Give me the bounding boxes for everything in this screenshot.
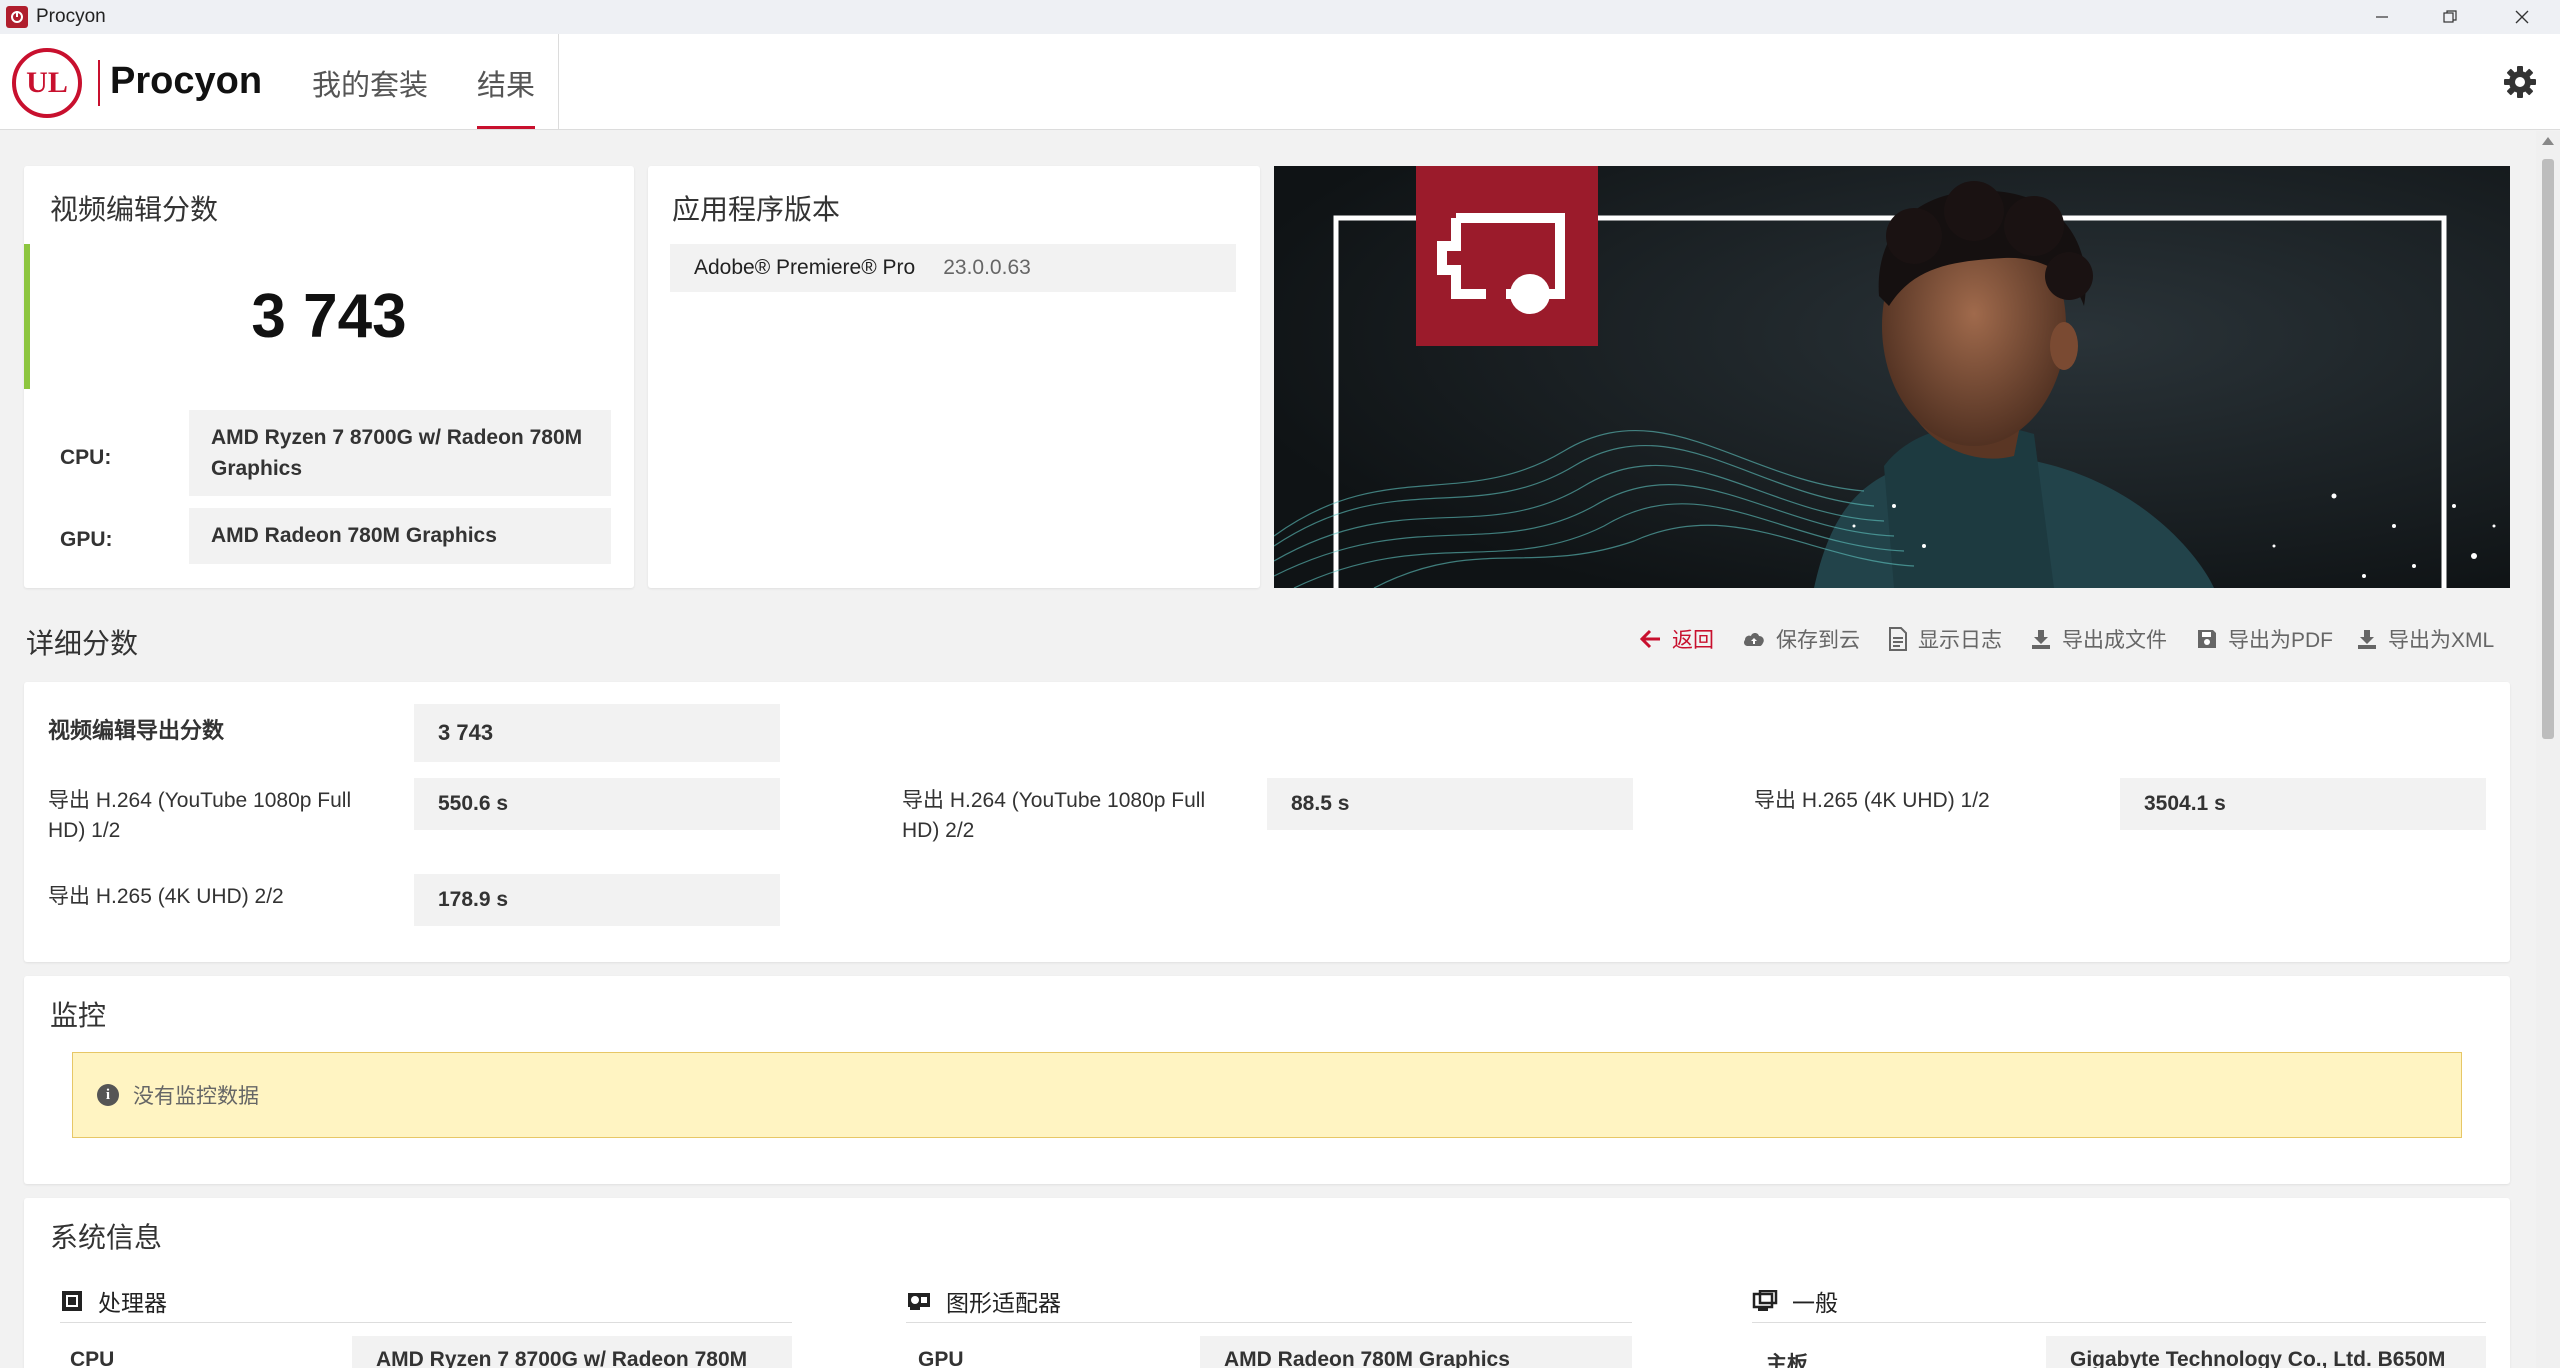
app-version-row: Adobe® Premiere® Pro 23.0.0.63 [670, 244, 1236, 292]
h265-part1-label: 导出 H.265 (4K UHD) 1/2 [1754, 789, 1990, 812]
gpu-card-icon [908, 1293, 930, 1310]
monitor-icon [1752, 1290, 1778, 1311]
export-file-label: 导出成文件 [2062, 629, 2167, 652]
app-logo-icon [6, 6, 28, 28]
processor-heading-label: 处理器 [98, 1290, 167, 1316]
back-button[interactable]: 返回 [1640, 624, 1714, 654]
window-titlebar: Procyon [0, 0, 2560, 34]
score-card: 视频编辑分数 3 743 CPU: AMD Ryzen 7 8700G w/ R… [24, 166, 634, 588]
general-heading-label: 一般 [1792, 1290, 1838, 1316]
scroll-thumb[interactable] [2542, 159, 2554, 739]
general-rule [1752, 1322, 2486, 1323]
system-info-title: 系统信息 [50, 1222, 163, 1253]
processor-rule [60, 1322, 792, 1323]
export-file-button[interactable]: 导出成文件 [2030, 624, 2167, 654]
graphics-heading-label: 图形适配器 [946, 1290, 1061, 1316]
details-title: 详细分数 [26, 628, 139, 659]
show-log-label: 显示日志 [1918, 629, 2002, 652]
sys-motherboard-value: Gigabyte Technology Co., Ltd. B650M [2046, 1336, 2486, 1368]
info-icon: i [97, 1084, 119, 1106]
monitoring-title: 监控 [50, 1000, 107, 1031]
export-pdf-label: 导出为PDF [2228, 629, 2333, 652]
cloud-upload-icon [1744, 633, 1764, 646]
h265-part2-value: 178.9 s [414, 874, 780, 926]
app-version-card: 应用程序版本 Adobe® Premiere® Pro 23.0.0.63 [648, 166, 1260, 588]
app-name: Adobe® Premiere® Pro [694, 256, 916, 279]
sys-cpu-value: AMD Ryzen 7 8700G w/ Radeon 780M [352, 1336, 792, 1368]
app-version-title: 应用程序版本 [672, 194, 841, 225]
download-icon [2358, 630, 2376, 649]
monitoring-message: 没有监控数据 [133, 1085, 259, 1108]
monitoring-alert: i 没有监控数据 [72, 1052, 2462, 1138]
save-icon [2198, 630, 2216, 648]
app-header: UL Procyon 我的套装 结果 [0, 34, 2560, 130]
cpu-value: AMD Ryzen 7 8700G w/ Radeon 780M Graphic… [189, 410, 611, 496]
app-version: 23.0.0.63 [943, 256, 1031, 279]
h264-part1-label: 导出 H.264 (YouTube 1080p Full HD) 1/2 [48, 789, 352, 842]
sys-gpu-value: AMD Radeon 780M Graphics [1200, 1336, 1632, 1368]
show-log-button[interactable]: 显示日志 [1888, 624, 2002, 654]
tab-my-suites[interactable]: 我的套装 [312, 62, 428, 126]
vertical-scrollbar[interactable] [2536, 131, 2560, 1368]
overall-export-score-label: 视频编辑导出分数 [48, 718, 225, 743]
overall-export-score-value: 3 743 [414, 704, 780, 762]
h265-part1-value: 3504.1 s [2120, 778, 2486, 830]
minimize-icon[interactable] [2348, 0, 2416, 34]
h265-part2-label: 导出 H.265 (4K UHD) 2/2 [48, 885, 284, 908]
graphics-rule [906, 1322, 1632, 1323]
processor-heading: 处理器 [60, 1284, 167, 1318]
header-divider [558, 34, 559, 130]
cpu-chip-icon [62, 1291, 82, 1311]
detail-scores-card: 视频编辑导出分数 3 743 导出 H.264 (YouTube 1080p F… [24, 682, 2510, 962]
brand-name: Procyon [110, 60, 263, 102]
sys-motherboard-label: 主板 [1766, 1353, 1808, 1368]
h264-part1-value: 550.6 s [414, 778, 780, 830]
cpu-label: CPU: [60, 446, 112, 469]
close-icon[interactable] [2488, 0, 2556, 34]
ul-logo: UL [12, 48, 82, 118]
gear-icon[interactable] [2502, 64, 2538, 100]
sys-cpu-label: CPU [70, 1348, 115, 1368]
h264-part2-value: 88.5 s [1267, 778, 1633, 830]
save-to-cloud-label: 保存到云 [1776, 629, 1860, 652]
restore-icon[interactable] [2416, 0, 2484, 34]
back-label: 返回 [1672, 629, 1714, 652]
score-card-title: 视频编辑分数 [50, 194, 219, 225]
gpu-value: AMD Radeon 780M Graphics [189, 508, 611, 564]
tab-results[interactable]: 结果 [477, 62, 536, 129]
window-title: Procyon [36, 6, 106, 27]
sys-gpu-label: GPU [918, 1348, 964, 1368]
document-icon [1889, 627, 1907, 651]
save-to-cloud-button[interactable]: 保存到云 [1742, 624, 1860, 654]
export-xml-label: 导出为XML [2388, 629, 2495, 652]
hero-banner-image [1274, 166, 2510, 588]
back-arrow-icon [1640, 629, 1660, 649]
logo-divider [98, 60, 100, 106]
graphics-heading: 图形适配器 [906, 1284, 1061, 1318]
overall-score: 3 743 [251, 282, 407, 351]
export-xml-button[interactable]: 导出为XML [2356, 624, 2494, 654]
download-icon [2032, 630, 2050, 649]
gpu-label: GPU: [60, 528, 113, 551]
scroll-up-arrow-icon[interactable] [2542, 137, 2554, 145]
export-pdf-button[interactable]: 导出为PDF [2196, 624, 2333, 654]
general-heading: 一般 [1752, 1284, 1838, 1318]
h264-part2-label: 导出 H.264 (YouTube 1080p Full HD) 2/2 [902, 789, 1206, 842]
